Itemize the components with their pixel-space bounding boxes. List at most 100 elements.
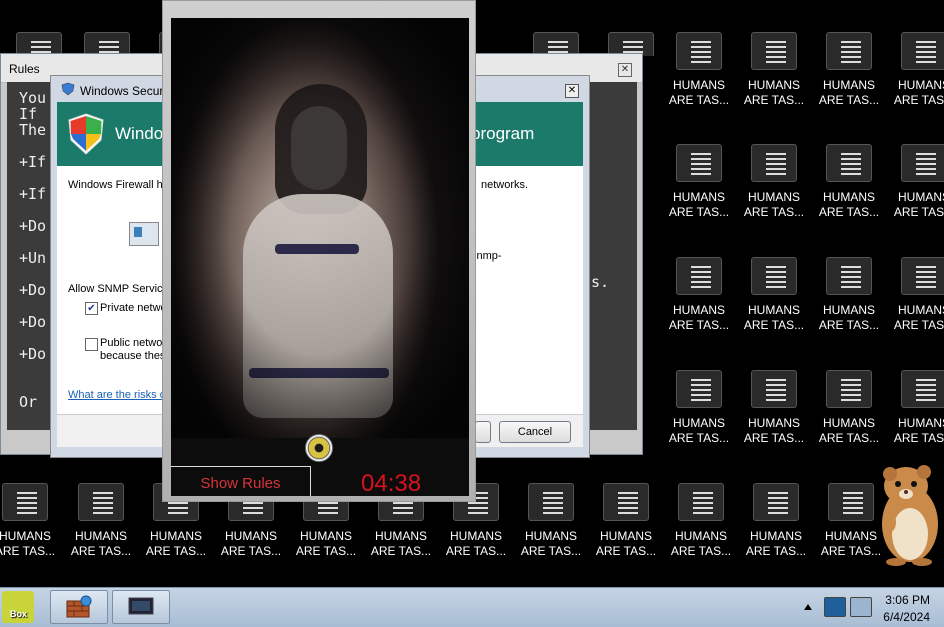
popup-frame: Show Rules 04:38	[171, 18, 469, 497]
hamster-mascot[interactable]	[866, 462, 944, 566]
clock[interactable]: 3:06 PM 6/4/2024	[883, 592, 930, 626]
taskbar: Box 3:06 PM 6/4/2024	[0, 587, 944, 627]
document-icon	[826, 257, 872, 295]
firewall-intro-end: networks.	[481, 179, 529, 191]
desktop-icon[interactable]: HUMANS ARE TAS...	[662, 483, 734, 583]
document-icon	[2, 483, 48, 521]
desktop-icon-label: HUMANS ARE TAS...	[670, 529, 732, 558]
desktop-icon[interactable]: HUMANS ARE TAS...	[660, 370, 732, 470]
document-icon	[603, 483, 649, 521]
desktop-icon-label: HUMANS ARE TAS...	[0, 529, 56, 558]
image-vignette	[171, 18, 469, 438]
rules-line: +If	[19, 185, 47, 203]
desktop-icon-label: HUMANS ARE TAS...	[70, 529, 132, 558]
jumpscare-popup[interactable]: Show Rules 04:38	[162, 0, 476, 502]
desktop-icon-label: HUMANS ARE TAS...	[145, 529, 207, 558]
document-icon	[901, 370, 944, 408]
rules-line: The	[19, 121, 47, 139]
public-network-sub: because thes	[100, 350, 166, 362]
desktop-icon[interactable]: HUMANS ARE TAS...	[0, 483, 58, 583]
public-network-label: Public networ	[100, 337, 167, 349]
document-icon	[751, 32, 797, 70]
desktop-icon-label: HUMANS ARE TAS...	[818, 190, 880, 219]
desktop-icon-label: HUMANS ARE TAS...	[893, 416, 944, 445]
rules-line: +If	[19, 153, 47, 171]
firewall-icon	[66, 595, 92, 618]
popup-bar: Show Rules 04:38	[171, 466, 469, 497]
desktop-icon-label: HUMANS ARE TAS...	[295, 529, 357, 558]
desktop-icon-label: HUMANS ARE TAS...	[893, 78, 944, 107]
banner-title-left: Windo	[115, 124, 164, 143]
desktop-icon-label: HUMANS ARE TAS...	[893, 190, 944, 219]
desktop-icon[interactable]: HUMANS ARE TAS...	[810, 144, 882, 244]
taskbar-game-app[interactable]	[112, 590, 170, 624]
desktop-icon-label: HUMANS ARE TAS...	[668, 190, 730, 219]
close-icon[interactable]: ✕	[565, 84, 579, 98]
desktop-icon[interactable]: HUMANS ARE TAS...	[660, 144, 732, 244]
rules-line: +Do	[19, 217, 47, 235]
desktop-icon[interactable]: HUMANS ARE TAS...	[885, 257, 944, 357]
document-icon	[826, 144, 872, 182]
desktop-icon[interactable]: HUMANS ARE TAS...	[587, 483, 659, 583]
desktop-icon-label: HUMANS ARE TAS...	[445, 529, 507, 558]
rules-line: +Do	[19, 281, 47, 299]
clock-date: 6/4/2024	[883, 610, 930, 624]
document-icon	[826, 370, 872, 408]
document-icon	[528, 483, 574, 521]
desktop-icon[interactable]: HUMANS ARE TAS...	[885, 370, 944, 470]
network-icon[interactable]	[824, 597, 846, 617]
desktop-icon-label: HUMANS ARE TAS...	[370, 529, 432, 558]
rules-line: Or	[19, 393, 38, 411]
document-icon	[678, 483, 724, 521]
desktop-icon[interactable]: HUMANS ARE TAS...	[810, 370, 882, 470]
document-icon	[676, 257, 722, 295]
desktop-icon[interactable]: HUMANS ARE TAS...	[885, 32, 944, 132]
rules-line-fragment: s.	[591, 273, 610, 291]
document-icon	[901, 257, 944, 295]
taskbar-firewall-app[interactable]	[50, 590, 108, 624]
show-rules-button[interactable]: Show Rules	[171, 466, 311, 496]
desktop-icon-label: HUMANS ARE TAS...	[818, 303, 880, 332]
desktop-icon[interactable]: HUMANS ARE TAS...	[735, 144, 807, 244]
document-icon	[751, 144, 797, 182]
allow-label: Allow SNMP Service	[68, 283, 169, 295]
security-tray-icon[interactable]	[850, 597, 872, 617]
risks-link[interactable]: What are the risks o	[68, 389, 166, 401]
desktop-icon[interactable]: HUMANS ARE TAS...	[885, 144, 944, 244]
start-button[interactable]: Box	[2, 591, 34, 623]
desktop-icon[interactable]: HUMANS ARE TAS...	[660, 32, 732, 132]
desktop-icon[interactable]: HUMANS ARE TAS...	[810, 257, 882, 357]
close-icon[interactable]: ✕	[618, 63, 632, 77]
rules-line: +Do	[19, 345, 47, 363]
desktop-icon-label: HUMANS ARE TAS...	[668, 78, 730, 107]
desktop-icon[interactable]: HUMANS ARE TAS...	[660, 257, 732, 357]
cancel-button[interactable]: Cancel	[499, 421, 571, 443]
windows-shield-icon	[68, 113, 104, 155]
document-icon	[676, 144, 722, 182]
desktop-icon[interactable]: HUMANS ARE TAS...	[512, 483, 584, 583]
show-hidden-icons-icon[interactable]	[804, 604, 812, 610]
countdown-timer: 04:38	[361, 470, 422, 497]
rules-line: If	[19, 105, 38, 123]
document-icon	[901, 144, 944, 182]
desktop-icon[interactable]: HUMANS ARE TAS...	[810, 32, 882, 132]
desktop-icon-label: HUMANS ARE TAS...	[743, 416, 805, 445]
shield-icon	[61, 82, 75, 96]
desktop-icon-label: HUMANS ARE TAS...	[520, 529, 582, 558]
private-network-label: Private netwo	[100, 302, 167, 314]
monitor-icon	[128, 597, 154, 615]
firewall-intro: Windows Firewall ha	[68, 179, 169, 191]
desktop-icon[interactable]: HUMANS ARE TAS...	[737, 483, 809, 583]
eye-icon	[305, 434, 333, 462]
document-icon	[78, 483, 124, 521]
allow-button[interactable]	[475, 421, 491, 443]
public-network-checkbox[interactable]	[85, 338, 98, 351]
desktop-icon[interactable]: HUMANS ARE TAS...	[62, 483, 134, 583]
private-network-checkbox[interactable]: ✔	[85, 302, 98, 315]
desktop-icon[interactable]: HUMANS ARE TAS...	[735, 32, 807, 132]
document-icon	[901, 32, 944, 70]
document-icon	[751, 257, 797, 295]
clock-time: 3:06 PM	[885, 593, 930, 607]
desktop-icon[interactable]: HUMANS ARE TAS...	[735, 370, 807, 470]
desktop-icon[interactable]: HUMANS ARE TAS...	[735, 257, 807, 357]
